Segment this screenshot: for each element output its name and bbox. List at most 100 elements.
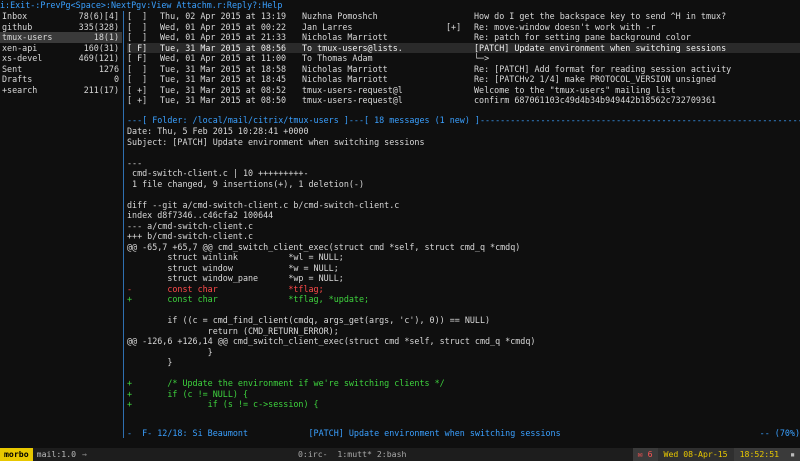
message-body-line: + if (c != NULL) { xyxy=(127,388,249,399)
tmux-status-bar: morbo mail:1.0 → 0:irc- 1:mutt* 2:bash ✉… xyxy=(0,448,800,461)
message-subject: Re: [PATCH] Add format for reading sessi… xyxy=(474,63,732,74)
mail-count-indicator: ✉ 6 xyxy=(632,448,658,461)
tmux-session-name[interactable]: morbo xyxy=(0,448,33,461)
message-flag: [ F] xyxy=(127,53,148,63)
message-date: Tue, 31 Mar 2015 at 08:52 xyxy=(160,84,287,95)
mailbox-count: 335(328) xyxy=(78,21,119,32)
message-body-line: @@ -65,7 +65,7 @@ cmd_switch_client_exec… xyxy=(127,241,521,252)
sidebar-item-tmux-users[interactable]: tmux-users 18(1) xyxy=(0,32,122,43)
message-subject: Re: patch for setting pane background co… xyxy=(474,32,691,42)
message-body-line: + /* Update the environment if we're swi… xyxy=(127,378,445,388)
mailbox-name: Sent xyxy=(2,63,23,74)
message-row[interactable]: [ +] Tue, 31 Mar 2015 at 08:50 tmux-users-… xyxy=(127,95,800,106)
message-row[interactable]: [ ] Wed, 01 Apr 2015 at 00:22 Jan Larres [+… xyxy=(127,22,800,33)
message-from: To Thomas Adam xyxy=(302,53,373,63)
help-item[interactable]: r:Reply xyxy=(217,0,252,10)
message-flag: [ ] xyxy=(127,63,148,74)
arrow-right-icon: → xyxy=(82,449,88,460)
message-date: Tue, 31 Mar 2015 at 18:58 xyxy=(160,63,287,74)
message-body-line xyxy=(127,189,800,200)
sidebar-item-github[interactable]: github 335(328) xyxy=(0,22,122,33)
tmux-window-list[interactable]: 0:irc- 1:mutt* 2:bash xyxy=(298,449,406,460)
message-subject: └─> xyxy=(474,53,490,63)
message-body-line: 1 file changed, 9 insertions(+), 1 delet… xyxy=(127,178,364,189)
message-from: tmux-users-request@l xyxy=(302,95,403,105)
message-flag: [ ] xyxy=(127,32,148,42)
message-body-line: struct window *w = NULL; xyxy=(127,262,339,273)
help-item[interactable]: -:PrevPg xyxy=(30,0,70,10)
message-header-line: Date: Thu, 5 Feb 2015 10:28:41 +0000 xyxy=(127,126,309,136)
host-indicator: ▪ xyxy=(785,448,800,461)
message-header-line: Subject: [PATCH] Update environment when… xyxy=(127,136,425,147)
status-time: 18:52:51 xyxy=(733,448,786,461)
message-from: To tmux-users@lists. xyxy=(302,42,403,53)
mailbox-name: +search xyxy=(2,84,38,95)
mailbox-count: 18(1) xyxy=(93,32,119,42)
mailbox-count: 78(6)[4] xyxy=(78,11,119,21)
message-row[interactable]: [ F] Tue, 31 Mar 2015 at 08:56 To tmux-use… xyxy=(127,42,800,53)
message-row[interactable]: [ ] Tue, 31 Mar 2015 at 18:58 Nicholas Mar… xyxy=(127,64,800,75)
message-body-line: --- xyxy=(127,157,143,168)
message-from: Nuzhna Pomoshch xyxy=(302,11,378,21)
help-item[interactable]: i:Exit xyxy=(0,0,30,10)
message-flag: [ ] xyxy=(127,21,148,32)
message-tag xyxy=(446,64,474,75)
message-body-line: + const char *tflag, *update; xyxy=(127,294,370,304)
message-row[interactable]: [ ] Thu, 02 Apr 2015 at 13:19 Nuzhna Pomos… xyxy=(127,11,800,22)
message-subject: Welcome to the "tmux-users" mailing list xyxy=(474,84,676,95)
mailbox-name: Inbox xyxy=(2,11,28,21)
message-body-line: cmd-switch-client.c | 10 +++++++++- xyxy=(127,168,309,178)
message-tag: [+] xyxy=(446,21,462,32)
mailbox-count: 469(121) xyxy=(78,53,119,63)
message-date: Tue, 31 Mar 2015 at 08:50 xyxy=(160,95,287,105)
sidebar-divider xyxy=(123,11,124,438)
mailbox-name: xen-api xyxy=(2,42,38,53)
message-row[interactable]: [ ] Wed, 01 Apr 2015 at 21:33 Nicholas Mar… xyxy=(127,32,800,43)
sidebar-item-inbox[interactable]: Inbox 78(6)[4] xyxy=(0,11,122,22)
message-subject: Re: move-window doesn't work with -r xyxy=(474,21,656,32)
message-body-line: return (CMD_RETURN_ERROR); xyxy=(127,325,339,336)
help-item[interactable]: v:View Attachm. xyxy=(141,0,217,10)
message-flag: [ +] xyxy=(127,84,148,95)
message-from: tmux-users-request@l xyxy=(302,84,403,95)
help-bar: i:Exit-:PrevPg<Space>:NextPgv:View Attac… xyxy=(0,0,800,11)
message-tag xyxy=(446,74,474,85)
mailbox-name: github xyxy=(2,21,33,32)
message-date: Tue, 31 Mar 2015 at 08:56 xyxy=(160,42,287,53)
message-date: Wed, 01 Apr 2015 at 11:00 xyxy=(160,53,287,63)
message-subject: Re: [PATCHv2 1/4] make PROTOCOL_VERSION … xyxy=(474,74,717,84)
message-subject: How do I get the backspace key to send ^… xyxy=(474,11,727,21)
message-body-line: - const char *tflag; xyxy=(127,283,324,294)
message-flag: [ ] xyxy=(127,74,148,84)
message-body-line: } xyxy=(127,346,213,357)
mailbox-count: 160(31) xyxy=(83,42,119,53)
message-body-line xyxy=(127,305,800,316)
message-body-line: index d8f7346..c46cfa2 100644 xyxy=(127,210,274,220)
sidebar-item-xs-devel[interactable]: xs-devel 469(121) xyxy=(0,53,122,64)
pager-status-right: -- (70%) xyxy=(759,428,800,438)
pager-status-bar: - F- 12/18: Si Beaumont [PATCH] Update e… xyxy=(127,428,800,439)
sidebar-item-drafts[interactable]: Drafts 0 xyxy=(0,74,122,85)
message-body-line: struct window_pane *wp = NULL; xyxy=(127,273,344,283)
pager-status-left: - F- 12/18: Si Beaumont [PATCH] Update e… xyxy=(127,428,561,438)
message-body-line xyxy=(127,368,800,379)
message-index: [ ] Thu, 02 Apr 2015 at 13:19 Nuzhna Pomos… xyxy=(127,11,800,106)
message-row[interactable]: [ ] Tue, 31 Mar 2015 at 18:45 Nicholas Mar… xyxy=(127,74,800,85)
message-row[interactable]: [ +] Tue, 31 Mar 2015 at 08:52 tmux-users-… xyxy=(127,85,800,96)
sidebar-item-xen-api[interactable]: xen-api 160(31) xyxy=(0,43,122,54)
help-item[interactable]: ?:Help xyxy=(252,0,282,10)
message-body-line: if ((c = cmd_find_client(cmdq, args_get(… xyxy=(127,315,491,325)
message-tag xyxy=(446,32,474,43)
message-row[interactable]: [ F] Wed, 01 Apr 2015 at 11:00 To Thomas A… xyxy=(127,53,800,64)
help-item[interactable]: <Space>:NextPg xyxy=(71,0,142,10)
sidebar-item-sent[interactable]: Sent 1276 xyxy=(0,64,122,75)
message-body-line: diff --git a/cmd-switch-client.c b/cmd-s… xyxy=(127,199,400,210)
message-from: Nicholas Marriott xyxy=(302,74,388,84)
message-subject: confirm 687061103c49d4b34b949442b18562c7… xyxy=(474,95,717,105)
sidebar-item--search[interactable]: +search 211(17) xyxy=(0,85,122,96)
message-body-line: struct winlink *wl = NULL; xyxy=(127,252,344,262)
message-date: Wed, 01 Apr 2015 at 00:22 xyxy=(160,21,287,32)
tmux-pane-label: mail:1.0 xyxy=(36,449,77,459)
message-from: Jan Larres xyxy=(302,21,353,32)
folder-status-bar: ---[ Folder: /local/mail/citrix/tmux-use… xyxy=(127,115,800,125)
